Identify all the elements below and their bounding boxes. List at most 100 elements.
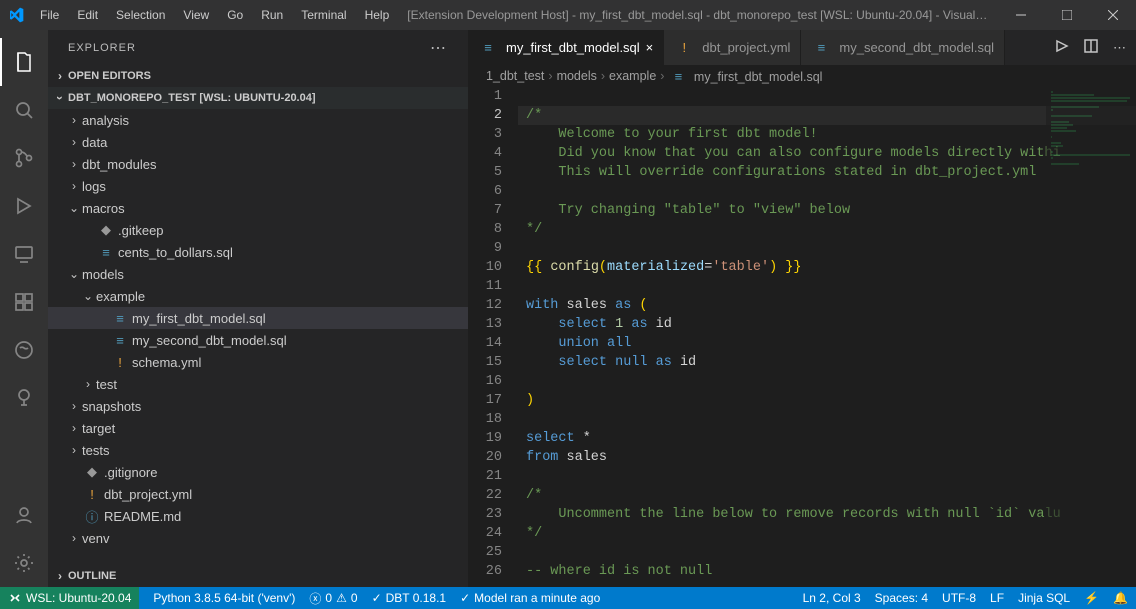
tree-item-label: test: [96, 377, 117, 392]
tree-item-label: analysis: [82, 113, 129, 128]
tree-item[interactable]: ›target: [48, 417, 468, 439]
bell-icon[interactable]: 🔔: [1113, 591, 1128, 605]
run-debug-tab[interactable]: [0, 182, 48, 230]
tree-item-label: target: [82, 421, 115, 436]
gutter: 1234567891011121314151617181920212223242…: [468, 87, 518, 587]
close-window-button[interactable]: [1090, 0, 1136, 30]
minimap[interactable]: [1046, 87, 1136, 587]
menu-terminal[interactable]: Terminal: [293, 4, 354, 26]
breadcrumb-item[interactable]: 1_dbt_test: [486, 69, 544, 83]
file-icon: !: [82, 487, 102, 502]
settings-button[interactable]: [0, 539, 48, 587]
more-actions-icon[interactable]: ⋯: [1113, 40, 1128, 56]
tree-item[interactable]: !schema.yml: [48, 351, 468, 373]
feedback-icon[interactable]: ⚡: [1084, 591, 1099, 605]
breadcrumb-item[interactable]: models: [557, 69, 597, 83]
tree-item[interactable]: ◆.gitignore: [48, 461, 468, 483]
editor-tab[interactable]: ≡my_second_dbt_model.sql: [801, 30, 1005, 65]
open-editors-section[interactable]: › OPEN EDITORS: [48, 65, 468, 87]
model-run-status[interactable]: ✓ Model ran a minute ago: [460, 591, 600, 605]
run-icon[interactable]: [1053, 38, 1069, 57]
tree-item[interactable]: ›tests: [48, 439, 468, 461]
breadcrumb-item[interactable]: ≡ my_first_dbt_model.sql: [668, 69, 822, 84]
tree-item[interactable]: ◆.gitkeep: [48, 219, 468, 241]
editor-tabs: ≡my_first_dbt_model.sql×!dbt_project.yml…: [468, 30, 1136, 65]
breadcrumb-separator: ›: [601, 69, 605, 83]
editor-tab[interactable]: !dbt_project.yml: [664, 30, 801, 65]
source-control-tab[interactable]: [0, 134, 48, 182]
python-interpreter[interactable]: Python 3.8.5 64-bit ('venv'): [153, 591, 295, 605]
editor-tab[interactable]: ≡my_first_dbt_model.sql×: [468, 30, 664, 65]
dbt-version[interactable]: ✓ DBT 0.18.1: [372, 591, 447, 605]
cursor-position[interactable]: Ln 2, Col 3: [803, 591, 861, 605]
python-label: Python 3.8.5 64-bit ('venv'): [153, 591, 295, 605]
problems-indicator[interactable]: ⓧ0 ⚠0: [309, 590, 357, 607]
main-area: EXPLORER ⋯ › OPEN EDITORS › DBT_MONOREPO…: [0, 30, 1136, 587]
code-editor[interactable]: 1234567891011121314151617181920212223242…: [468, 87, 1136, 587]
tree-item-label: schema.yml: [132, 355, 201, 370]
tree-item[interactable]: ⌄example: [48, 285, 468, 307]
tree-item[interactable]: ⌄models: [48, 263, 468, 285]
remote-label: WSL: Ubuntu-20.04: [26, 591, 131, 605]
tree-item[interactable]: ⌄macros: [48, 197, 468, 219]
eol[interactable]: LF: [990, 591, 1004, 605]
outline-section[interactable]: › OUTLINE: [48, 565, 468, 587]
tree-item-label: my_second_dbt_model.sql: [132, 333, 287, 348]
tree-item-label: .gitkeep: [118, 223, 164, 238]
encoding[interactable]: UTF-8: [942, 591, 976, 605]
tree-item[interactable]: ›logs: [48, 175, 468, 197]
split-editor-icon[interactable]: [1083, 38, 1099, 57]
tree-item-label: dbt_project.yml: [104, 487, 192, 502]
menu-selection[interactable]: Selection: [108, 4, 173, 26]
explorer-tab[interactable]: [0, 38, 48, 86]
chevron-right-icon: ›: [66, 113, 82, 127]
ext-item-2[interactable]: [0, 374, 48, 422]
breadcrumb-separator: ›: [548, 69, 552, 83]
tree-item[interactable]: ›dbt_modules: [48, 153, 468, 175]
menu-run[interactable]: Run: [253, 4, 291, 26]
tab-label: dbt_project.yml: [702, 40, 790, 55]
breadcrumb-item[interactable]: example: [609, 69, 656, 83]
tree-item[interactable]: ›analysis: [48, 109, 468, 131]
remote-explorer-tab[interactable]: [0, 230, 48, 278]
search-tab[interactable]: [0, 86, 48, 134]
menu-help[interactable]: Help: [357, 4, 398, 26]
language-mode[interactable]: Jinja SQL: [1018, 591, 1070, 605]
warning-icon: ⚠: [336, 591, 347, 605]
workspace-section[interactable]: › DBT_MONOREPO_TEST [WSL: UBUNTU-20.04]: [48, 87, 468, 109]
tree-item[interactable]: ⓘREADME.md: [48, 505, 468, 527]
tree-item[interactable]: ›test: [48, 373, 468, 395]
file-icon: ◆: [82, 464, 102, 480]
remote-indicator[interactable]: WSL: Ubuntu-20.04: [0, 587, 139, 609]
tree-item-label: logs: [82, 179, 106, 194]
minimize-button[interactable]: [998, 0, 1044, 30]
ext-item-1[interactable]: [0, 326, 48, 374]
tab-label: my_first_dbt_model.sql: [506, 40, 640, 55]
close-tab-icon[interactable]: ×: [646, 40, 654, 55]
chevron-right-icon: ›: [80, 377, 96, 391]
accounts-button[interactable]: [0, 491, 48, 539]
tree-item[interactable]: ≡cents_to_dollars.sql: [48, 241, 468, 263]
tree-item[interactable]: ›venv: [48, 527, 468, 549]
code-content[interactable]: /* Welcome to your first dbt model! Did …: [518, 87, 1136, 587]
sidebar-more-button[interactable]: ⋯: [430, 38, 448, 58]
menu-view[interactable]: View: [175, 4, 217, 26]
maximize-button[interactable]: [1044, 0, 1090, 30]
extensions-tab[interactable]: [0, 278, 48, 326]
tree-item[interactable]: ›data: [48, 131, 468, 153]
tree-item[interactable]: ≡my_second_dbt_model.sql: [48, 329, 468, 351]
breadcrumb-separator: ›: [660, 69, 664, 83]
menu-go[interactable]: Go: [219, 4, 251, 26]
breadcrumbs[interactable]: 1_dbt_test › models › example › ≡ my_first_dbt…: [468, 65, 1136, 87]
tree-item[interactable]: ›snapshots: [48, 395, 468, 417]
tree-item[interactable]: !dbt_project.yml: [48, 483, 468, 505]
file-icon: ≡: [668, 69, 688, 84]
menu-edit[interactable]: Edit: [69, 4, 106, 26]
menu-file[interactable]: File: [32, 4, 67, 26]
tree-item-label: example: [96, 289, 145, 304]
tree-item[interactable]: ≡my_first_dbt_model.sql: [48, 307, 468, 329]
chevron-right-icon: ›: [66, 135, 82, 149]
chevron-right-icon: ›: [66, 421, 82, 435]
indent-setting[interactable]: Spaces: 4: [875, 591, 928, 605]
side-bar: EXPLORER ⋯ › OPEN EDITORS › DBT_MONOREPO…: [48, 30, 468, 587]
